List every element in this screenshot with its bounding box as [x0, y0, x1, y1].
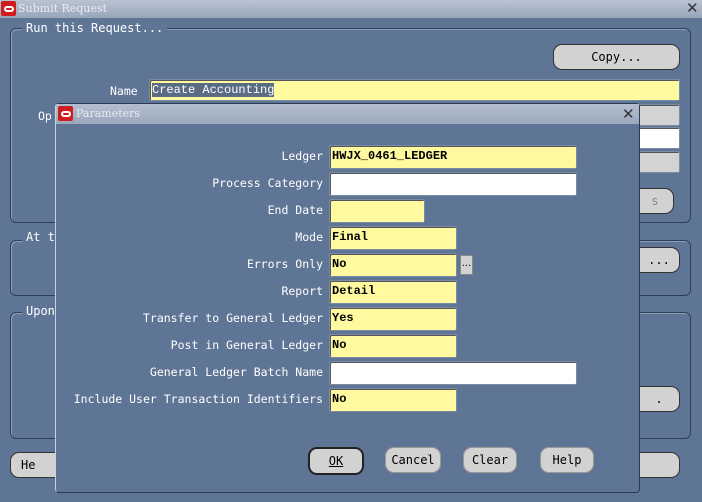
- post-in-general-ledger-field[interactable]: No: [329, 334, 457, 358]
- errors-only-lov-button[interactable]: ...: [460, 255, 473, 275]
- transfer-to-general-ledger-label: Transfer to General Ledger: [142, 311, 323, 325]
- ok-label: OK: [328, 454, 344, 468]
- post-in-general-ledger-label: Post in General Ledger: [170, 338, 323, 352]
- clear-button[interactable]: Clear: [463, 447, 517, 473]
- window-title: Submit Request: [18, 2, 108, 15]
- help-label: Help: [552, 453, 582, 467]
- ok-button[interactable]: OK: [308, 447, 364, 475]
- mode-label: Mode: [295, 230, 323, 244]
- close-icon[interactable]: ✕: [686, 0, 699, 16]
- run-request-label: Run this Request...: [22, 21, 168, 35]
- copy-button[interactable]: Copy...: [553, 44, 680, 70]
- name-label: Name: [110, 84, 138, 98]
- process-category-label: Process Category: [212, 176, 323, 190]
- cancel-button[interactable]: Cancel: [385, 447, 441, 473]
- errors-only-field[interactable]: No: [329, 253, 457, 277]
- clear-label: Clear: [471, 453, 509, 467]
- operating-unit-label: Op: [38, 109, 52, 123]
- cancel-label: Cancel: [391, 453, 435, 467]
- name-field[interactable]: Create Accounting: [149, 79, 680, 101]
- dialog-close-icon[interactable]: ✕: [622, 106, 635, 122]
- dialog-title-bar: Parameters ✕: [56, 104, 639, 124]
- oracle-logo-icon: [1, 1, 16, 16]
- include-user-transaction-identifiers-label: Include User Transaction Identifiers: [73, 392, 323, 406]
- report-field[interactable]: Detail: [329, 280, 457, 304]
- end-date-label: End Date: [267, 203, 323, 217]
- transfer-to-general-ledger-field[interactable]: Yes: [329, 307, 457, 331]
- general-ledger-batch-name-field[interactable]: [329, 361, 577, 385]
- parameters-dialog: Parameters ✕ Ledger HWJX_0461_LEDGER Proce…: [55, 103, 640, 493]
- dialog-title: Parameters: [76, 107, 141, 120]
- general-ledger-batch-name-label: General Ledger Batch Name: [149, 365, 323, 379]
- ledger-field[interactable]: HWJX_0461_LEDGER: [329, 145, 577, 169]
- process-category-field[interactable]: [329, 172, 577, 196]
- errors-only-label: Errors Only: [246, 257, 323, 271]
- name-value: Create Accounting: [152, 83, 275, 97]
- mode-field[interactable]: Final: [329, 226, 457, 250]
- window-title-bar: Submit Request ✕: [0, 0, 702, 18]
- help-button[interactable]: Help: [540, 447, 594, 473]
- ledger-label: Ledger: [281, 149, 323, 163]
- oracle-logo-icon: [58, 106, 73, 121]
- end-date-field[interactable]: [329, 199, 425, 223]
- report-label: Report: [281, 284, 323, 298]
- include-user-transaction-identifiers-field[interactable]: No: [329, 388, 457, 412]
